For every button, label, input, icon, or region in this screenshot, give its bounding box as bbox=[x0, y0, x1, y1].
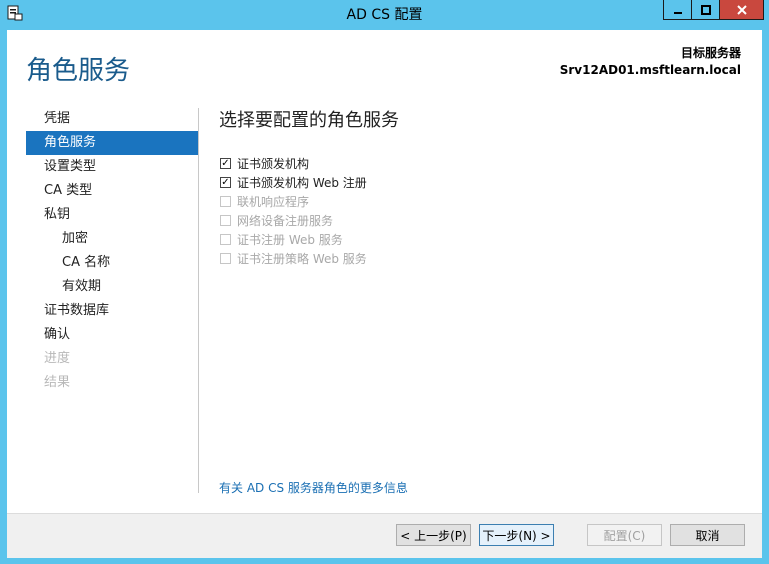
maximize-icon bbox=[700, 4, 711, 15]
nav-item-confirmation[interactable]: 确认 bbox=[26, 323, 198, 347]
role-services-list: ✓ 证书颁发机构 ✓ 证书颁发机构 Web 注册 联机响应程序 网络设备注册服务… bbox=[220, 154, 367, 268]
role-option[interactable]: ✓ 证书颁发机构 bbox=[220, 154, 367, 173]
nav-item-credentials[interactable]: 凭据 bbox=[26, 107, 198, 131]
nav-item-ca-type[interactable]: CA 类型 bbox=[26, 179, 198, 203]
nav-item-ca-name[interactable]: CA 名称 bbox=[26, 251, 198, 275]
nav-item-setup-type[interactable]: 设置类型 bbox=[26, 155, 198, 179]
role-checkbox-checked[interactable]: ✓ bbox=[220, 158, 231, 169]
nav-item-certificate-database[interactable]: 证书数据库 bbox=[26, 299, 198, 323]
role-option: 网络设备注册服务 bbox=[220, 211, 367, 230]
role-option: 证书注册 Web 服务 bbox=[220, 230, 367, 249]
next-button[interactable]: 下一步(N) > bbox=[479, 524, 554, 546]
role-checkbox bbox=[220, 215, 231, 226]
role-label: 证书颁发机构 bbox=[237, 157, 310, 171]
role-option: 联机响应程序 bbox=[220, 192, 367, 211]
minimize-button[interactable] bbox=[663, 0, 691, 20]
nav-item-progress: 进度 bbox=[44, 351, 71, 366]
nav-item-private-key[interactable]: 私钥 bbox=[26, 203, 198, 227]
role-checkbox bbox=[220, 253, 231, 264]
role-option: 证书注册策略 Web 服务 bbox=[220, 249, 367, 268]
close-button[interactable] bbox=[719, 0, 764, 20]
destination-server-label: 目标服务器 bbox=[680, 46, 741, 60]
more-info-link[interactable]: 有关 AD CS 服务器角色的更多信息 bbox=[219, 479, 408, 496]
configure-button: 配置(C) bbox=[587, 524, 662, 546]
role-label: 证书注册 Web 服务 bbox=[237, 233, 343, 247]
title-bar[interactable]: AD CS 配置 bbox=[0, 0, 769, 26]
destination-server-name: Srv12AD01.msftlearn.local bbox=[559, 63, 741, 77]
nav-item-validity-period[interactable]: 有效期 bbox=[26, 275, 198, 299]
wizard-content: 角色服务 目标服务器 Srv12AD01.msftlearn.local 凭据 … bbox=[7, 30, 762, 558]
role-label: 网络设备注册服务 bbox=[237, 214, 334, 228]
section-title: 选择要配置的角色服务 bbox=[219, 110, 399, 131]
role-checkbox-checked[interactable]: ✓ bbox=[220, 177, 231, 188]
role-label: 证书注册策略 Web 服务 bbox=[237, 252, 367, 266]
wizard-nav: 凭据 角色服务 设置类型 CA 类型 私钥 加密 CA 名称 有效期 证书数据库… bbox=[26, 107, 198, 395]
role-option[interactable]: ✓ 证书颁发机构 Web 注册 bbox=[220, 173, 367, 192]
nav-item-results: 结果 bbox=[44, 375, 71, 390]
window-title: AD CS 配置 bbox=[346, 7, 423, 23]
nav-divider bbox=[198, 108, 199, 493]
adcs-config-window: AD CS 配置 角色服务 目标服务器 Srv12AD01.msftlearn.… bbox=[0, 0, 769, 564]
back-button[interactable]: < 上一步(P) bbox=[396, 524, 471, 546]
role-label: 证书颁发机构 Web 注册 bbox=[237, 176, 367, 190]
close-icon bbox=[736, 4, 747, 15]
nav-item-cryptography[interactable]: 加密 bbox=[26, 227, 198, 251]
page-title: 角色服务 bbox=[26, 56, 131, 86]
nav-item-role-services[interactable]: 角色服务 bbox=[26, 131, 198, 155]
role-label: 联机响应程序 bbox=[237, 195, 310, 209]
maximize-button[interactable] bbox=[691, 0, 719, 20]
role-checkbox bbox=[220, 196, 231, 207]
role-checkbox bbox=[220, 234, 231, 245]
minimize-icon bbox=[673, 11, 682, 14]
cancel-button[interactable]: 取消 bbox=[670, 524, 745, 546]
wizard-footer: < 上一步(P) 下一步(N) > 配置(C) 取消 bbox=[7, 513, 762, 558]
